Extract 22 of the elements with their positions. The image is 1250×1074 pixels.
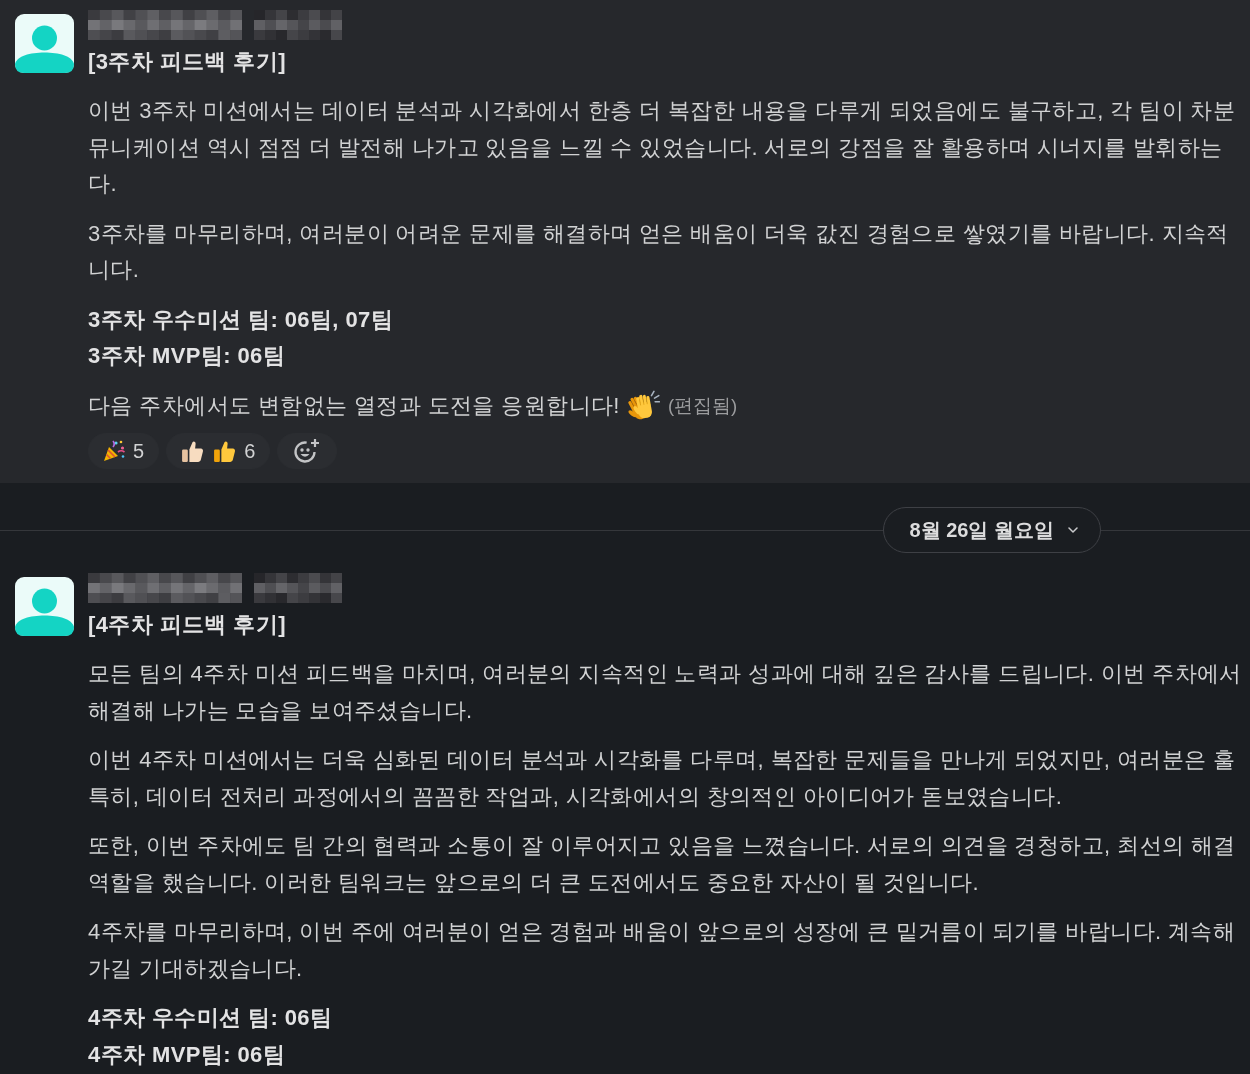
message-paragraph: 또한, 이번 주차에도 팀 간의 협력과 소통이 잘 이루어지고 있음을 느꼈습니다. 서로의 의견을 경청하고, 최선의 해결 역할을 했습니다. 이러한 팀워크는 앞으로의 더 큰 도전에서도 중요한 자산이 될 것입니다. (88, 832, 1236, 897)
date-button[interactable]: 8월 26일 월요일 (882, 507, 1101, 553)
chevron-down-icon (1068, 527, 1078, 533)
message-title: [4주차 피드백 후기] (88, 611, 286, 639)
party-popper-icon (102, 439, 126, 463)
add-reaction-icon (293, 437, 322, 465)
edited-label: (편집됨) (667, 394, 738, 419)
team-result-text: 4주차 우수미션 팀: 06팀 4주차 MVP팀: 06팀 (88, 1004, 333, 1069)
clapping-hands-icon (625, 389, 660, 422)
reaction-button[interactable]: 5 (88, 433, 160, 469)
message-title: [3주차 피드백 후기] (88, 48, 286, 76)
message-paragraph: 3주차를 마무리하며, 여러분이 어려운 문제를 해결하며 얻은 배움이 더욱 값진 경험으로 쌓였기를 바랍니다. 지속적 니다. (88, 219, 1229, 284)
message-paragraph: 모든 팀의 4주차 미션 피드백을 마치며, 여러분의 지속적인 노력과 성과에 대해 깊은 감사를 드립니다. 이번 주차에서 해결해 나가는 모습을 보여주셨습니다. (88, 660, 1242, 725)
avatar-icon[interactable] (15, 577, 74, 636)
avatar-icon[interactable] (15, 14, 74, 73)
message-paragraph: 4주차를 마무리하며, 이번 주에 여러분이 얻은 경험과 배움이 앞으로의 성장에 큰 밑거름이 되기를 바랍니다. 계속해 가길 기대하겠습니다. (88, 918, 1236, 983)
team-result-text: 3주차 우수미션 팀: 06팀, 07팀 3주차 MVP팀: 06팀 (88, 305, 394, 370)
message-paragraph: 이번 4주차 미션에서는 더욱 심화된 데이터 분석과 시각화를 다루며, 복잡한 문제들을 만나게 되었지만, 여러분은 훌 특히, 데이터 전처리 과정에서의 꼼꼼한 작업과, 시각화에서의 창의적인 아이디어가 돋보였습니다. (88, 746, 1236, 811)
message-text: 다음 주차에서도 변함없는 열정과 도전을 응원합니다! (88, 391, 620, 420)
reaction-button[interactable]: 6 (166, 433, 271, 469)
add-reaction-button[interactable] (277, 433, 338, 469)
message-paragraph: 이번 3주차 미션에서는 데이터 분석과 시각화에서 한층 더 복잡한 내용을 다루게 되었음에도 불구하고, 각 팀이 차분 뮤니케이션 역시 점점 더 발전해 나가고 있음을 느낄 수 있었습니다. 서로의 강점을 잘 활용하며 시너지를 발휘하는 다. (88, 97, 1236, 198)
